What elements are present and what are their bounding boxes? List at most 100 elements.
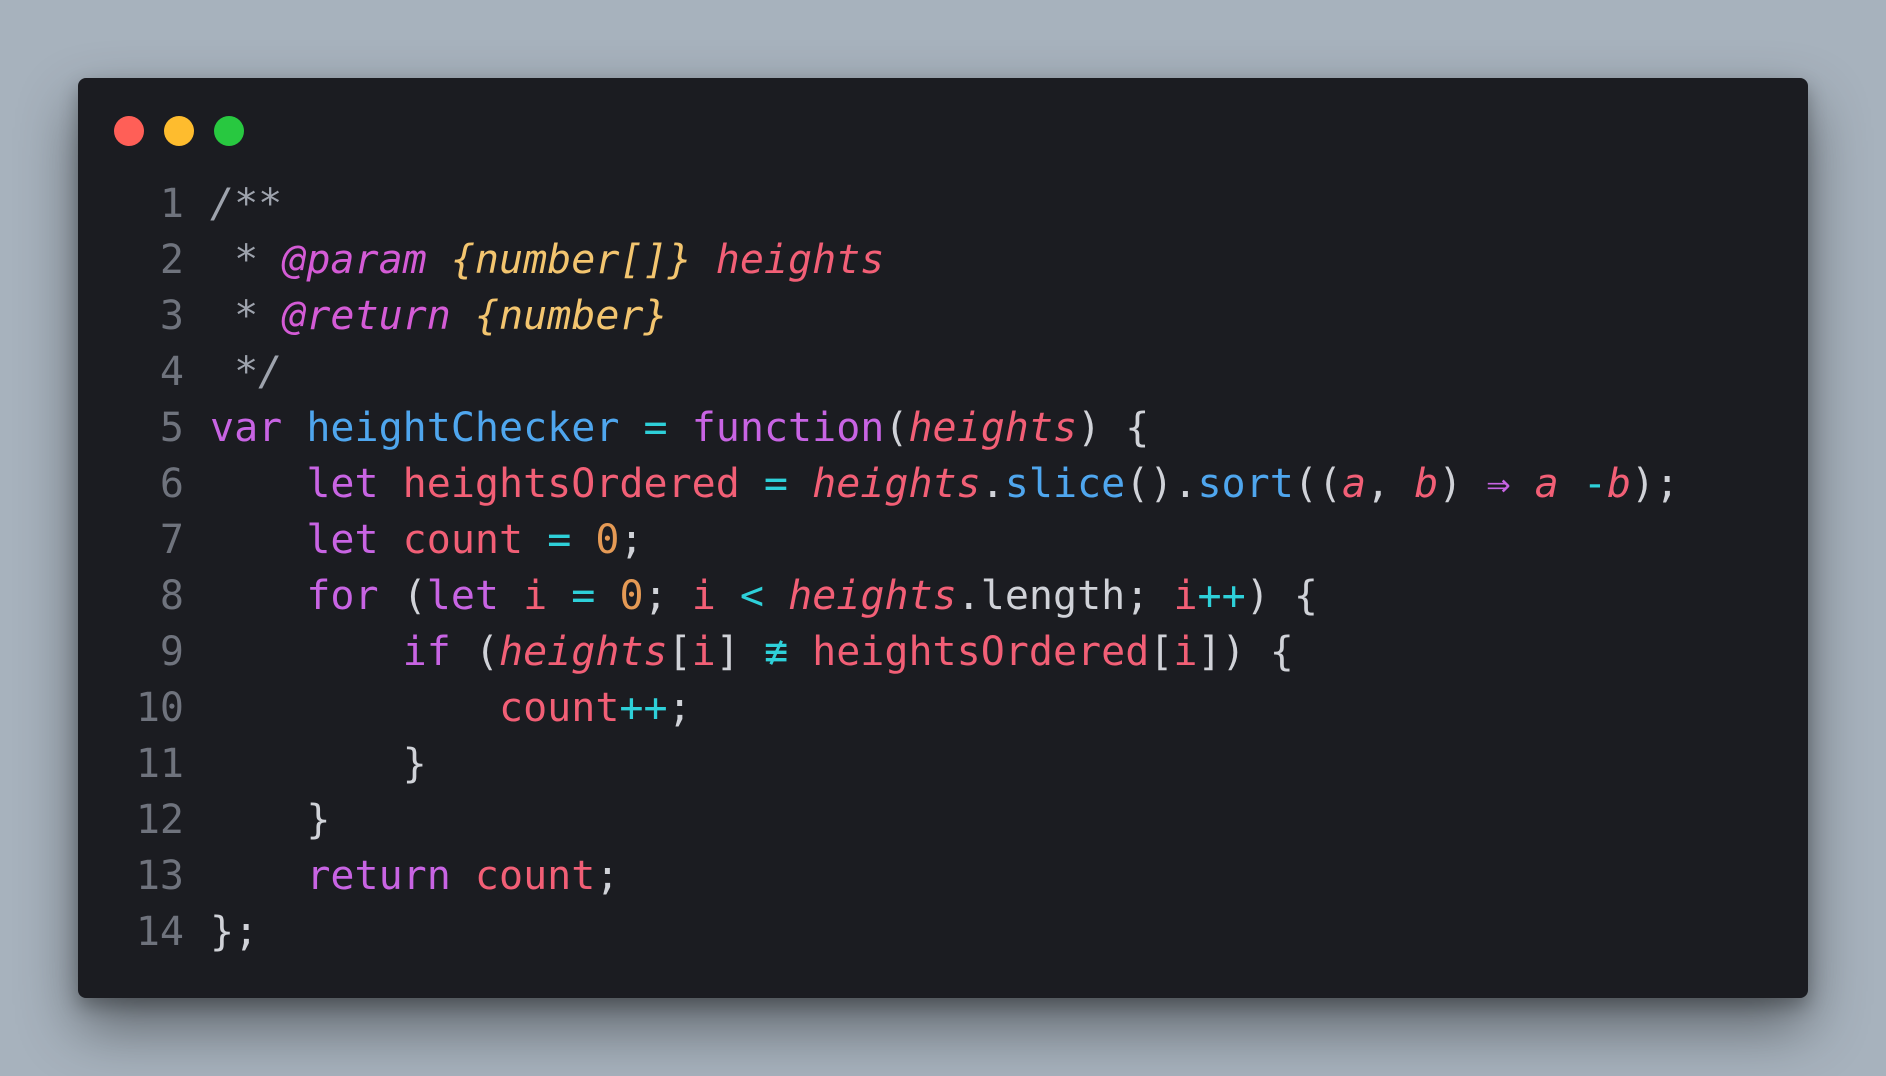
code-token: i (523, 573, 548, 619)
code-window: 1/** 2 * @param {number[]} heights 3 * @re… (78, 78, 1808, 998)
line-number: 13 (135, 853, 184, 899)
code-text[interactable]: * @param {number[]} heights (210, 232, 1768, 288)
code-token: count (498, 685, 620, 731)
line-number: 2 (159, 237, 184, 283)
code-token: (( (1293, 461, 1342, 507)
line-number: 8 (159, 573, 184, 619)
code-text[interactable]: if (heights[i] ≢ heightsOrdered[i]) { (210, 624, 1768, 680)
code-text[interactable]: for (let i = 0; i < heights.length; i++)… (210, 568, 1768, 624)
code-token: ≢ (763, 629, 789, 675)
code-token: b (1414, 461, 1439, 507)
code-line: 3 * @return {number} (112, 288, 1768, 344)
code-token: ); (1631, 461, 1680, 507)
code-text[interactable]: let count = 0; (210, 512, 1768, 568)
code-token: = (643, 405, 668, 451)
code-token: 0 (619, 573, 644, 619)
code-token: count (474, 853, 596, 899)
code-token: i (691, 573, 716, 619)
line-number: 9 (159, 629, 184, 675)
code-token: if (402, 629, 451, 675)
code-text[interactable]: */ (210, 344, 1768, 400)
code-text[interactable]: count++; (210, 680, 1768, 736)
code-token: let (426, 573, 499, 619)
code-token: return (306, 853, 451, 899)
code-token: < (739, 573, 765, 619)
code-token: }; (210, 909, 259, 955)
code-text[interactable]: return count; (210, 848, 1768, 904)
close-dot-icon[interactable] (114, 116, 144, 146)
code-token: * (210, 237, 283, 283)
code-text[interactable]: var heightChecker = function(heights) { (210, 400, 1768, 456)
code-token: function (691, 405, 885, 451)
code-token: = (571, 573, 596, 619)
code-line: 13 return count; (112, 848, 1768, 904)
code-line: 14}; (112, 904, 1768, 960)
code-line: 11 } (112, 736, 1768, 792)
maximize-dot-icon[interactable] (214, 116, 244, 146)
code-token: heights (908, 405, 1078, 451)
code-line: 9 if (heights[i] ≢ heightsOrdered[i]) { (112, 624, 1768, 680)
code-line: 1 /** (112, 176, 1768, 232)
window-controls (114, 116, 244, 146)
line-number: 4 (159, 349, 184, 395)
code-token: ( (884, 405, 909, 451)
code-token: .length; (956, 573, 1174, 619)
code-token: heightsOrdered (812, 629, 1150, 675)
line-number: 1 (159, 181, 184, 227)
code-text[interactable]: let heightsOrdered = heights.slice().sor… (210, 456, 1768, 512)
code-token: ++ (1197, 573, 1246, 619)
code-token: . (980, 461, 1005, 507)
minimize-dot-icon[interactable] (164, 116, 194, 146)
code-text[interactable]: }; (210, 904, 1768, 960)
code-token: ++ (619, 685, 668, 731)
code-token: (). (1125, 461, 1198, 507)
code-line: 12 } (112, 792, 1768, 848)
code-text[interactable]: } (210, 792, 1768, 848)
code-token: ) { (1245, 573, 1318, 619)
code-line: 5 var heightChecker = function(heights) { (112, 400, 1768, 456)
code-token: ]) { (1197, 629, 1294, 675)
code-token: heights (499, 629, 668, 675)
code-token: ⇒ (1486, 461, 1511, 507)
code-token: sort (1197, 461, 1294, 507)
code-token: heights (812, 461, 981, 507)
code-token: heightChecker (306, 405, 620, 451)
code-token: ) (1438, 461, 1487, 507)
code-line: 2 * @param {number[]} heights (112, 232, 1768, 288)
line-number: 10 (135, 685, 184, 731)
code-token: 0 (595, 517, 620, 563)
code-line: 7 let count = 0; (112, 512, 1768, 568)
code-token: i (1173, 573, 1198, 619)
code-token: @param (282, 237, 427, 283)
code-token: count (402, 517, 524, 563)
code-text[interactable]: * @return {number} (210, 288, 1768, 344)
code-token: - (1582, 461, 1607, 507)
code-text[interactable]: } (210, 736, 1768, 792)
code-token: a (1341, 461, 1367, 507)
code-token: heights (788, 573, 957, 619)
code-line: 10 count++; (112, 680, 1768, 736)
code-token: @return (282, 293, 451, 339)
code-token: slice (1004, 461, 1126, 507)
code-text[interactable]: /** (210, 176, 1768, 232)
code-token: var (210, 405, 283, 451)
code-token: ; (643, 573, 692, 619)
line-number: 14 (135, 909, 184, 955)
line-number: 5 (159, 405, 184, 451)
code-token: ; (619, 517, 644, 563)
